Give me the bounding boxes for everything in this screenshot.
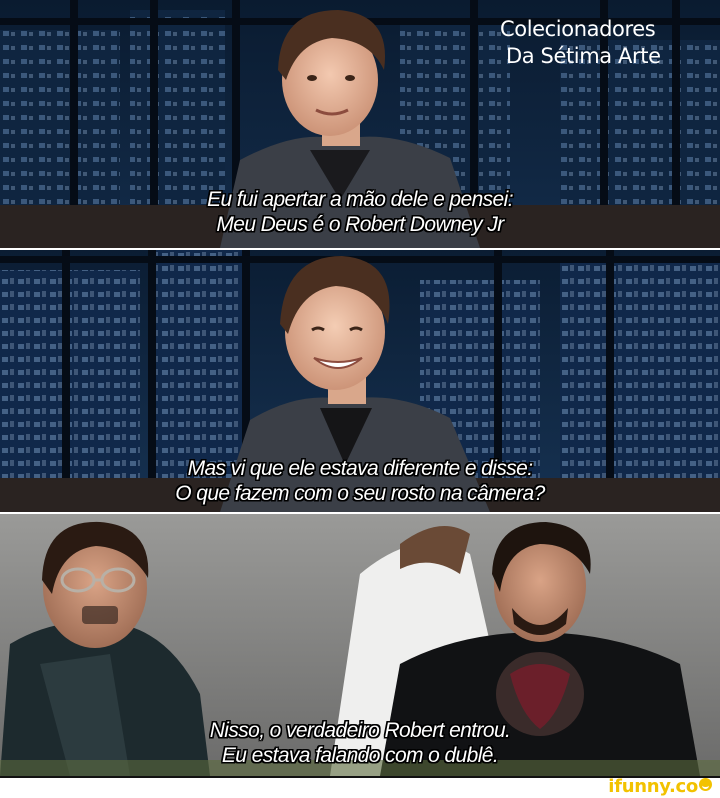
watermark-line-2: Da Sétima Arte	[506, 44, 661, 68]
meme-image: Eu fui apertar a mão dele e pensei: Meu …	[0, 0, 720, 798]
ifunny-logo[interactable]: ifunny.co	[608, 777, 712, 797]
watermark-line-1: Colecionadores	[500, 17, 656, 41]
panel-talk-show-1: Eu fui apertar a mão dele e pensei: Meu …	[0, 0, 720, 248]
ifunny-logo-text: ifunny.co	[608, 776, 698, 797]
panel-movie-set: Nisso, o verdadeiro Robert entrou. Eu es…	[0, 514, 720, 776]
caption-1: Eu fui apertar a mão dele e pensei: Meu …	[0, 187, 720, 237]
panel-talk-show-2: Mas vi que ele estava diferente e disse:…	[0, 250, 720, 512]
smile-icon	[699, 778, 712, 791]
caption-2-line-1: Mas vi que ele estava diferente e disse:	[187, 457, 533, 480]
caption-3: Nisso, o verdadeiro Robert entrou. Eu es…	[0, 718, 720, 768]
footer-bar: ifunny.co	[0, 776, 720, 798]
watermark: Colecionadores Da Sétima Arte	[500, 16, 661, 70]
caption-1-line-2: Meu Deus é o Robert Downey Jr	[216, 213, 504, 236]
caption-1-line-1: Eu fui apertar a mão dele e pensei:	[207, 188, 513, 211]
caption-2-line-2: O que fazem com o seu rosto na câmera?	[175, 482, 545, 505]
caption-3-line-2: Eu estava falando com o dublê.	[221, 744, 499, 767]
caption-3-line-1: Nisso, o verdadeiro Robert entrou.	[209, 719, 511, 742]
caption-2: Mas vi que ele estava diferente e disse:…	[0, 456, 720, 506]
